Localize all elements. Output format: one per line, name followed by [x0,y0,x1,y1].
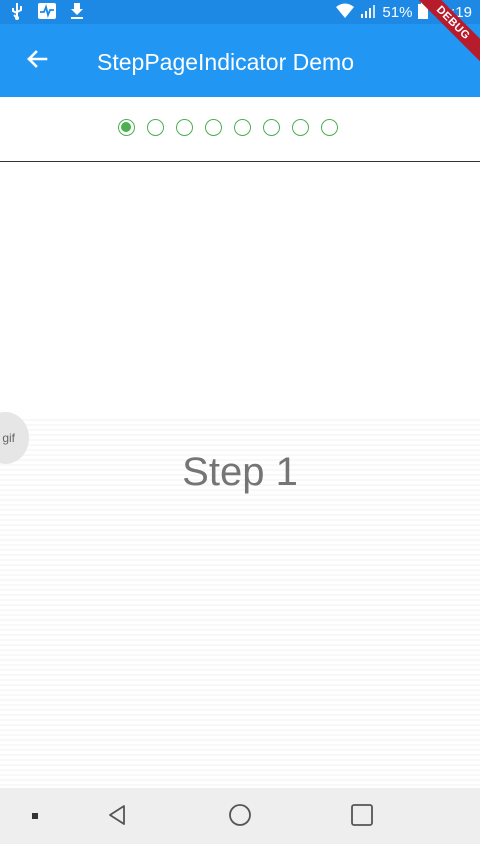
nav-back-button[interactable] [102,802,132,832]
navigation-bar [0,788,480,844]
pulse-icon [38,3,56,19]
step-label: Step 1 [182,450,298,494]
app-bar: StepPageIndicator Demo [0,24,480,97]
nav-home-button[interactable] [225,802,255,832]
step-dot-5[interactable] [234,119,251,136]
wifi-icon [336,3,355,23]
arrow-left-icon [25,47,49,76]
usb-icon [10,2,24,20]
nav-recents-button[interactable] [347,802,377,832]
step-dot-1[interactable] [118,119,135,136]
indicator-dots [118,119,338,136]
status-bar: 51% 20:19 [0,0,480,24]
status-left-icons [10,2,84,20]
back-button[interactable] [20,44,54,78]
back-triangle-icon [105,803,129,832]
download-icon [70,2,84,20]
step-dot-7[interactable] [292,119,309,136]
gif-label: gif [2,431,15,445]
page-title: StepPageIndicator Demo [97,49,354,75]
recents-square-icon [350,803,374,832]
signal-icon [360,3,376,23]
battery-percent: 51% [382,3,413,21]
step-dot-8[interactable] [321,119,338,136]
step-dot-4[interactable] [205,119,222,136]
step-dot-2[interactable] [147,119,164,136]
nav-dot-button[interactable] [20,802,50,832]
small-square-icon [30,808,40,826]
step-dot-6[interactable] [263,119,280,136]
step-page-indicator [0,97,480,162]
step-dot-3[interactable] [176,119,193,136]
page-view[interactable]: Step 1 [0,162,480,788]
home-circle-icon [227,802,253,833]
